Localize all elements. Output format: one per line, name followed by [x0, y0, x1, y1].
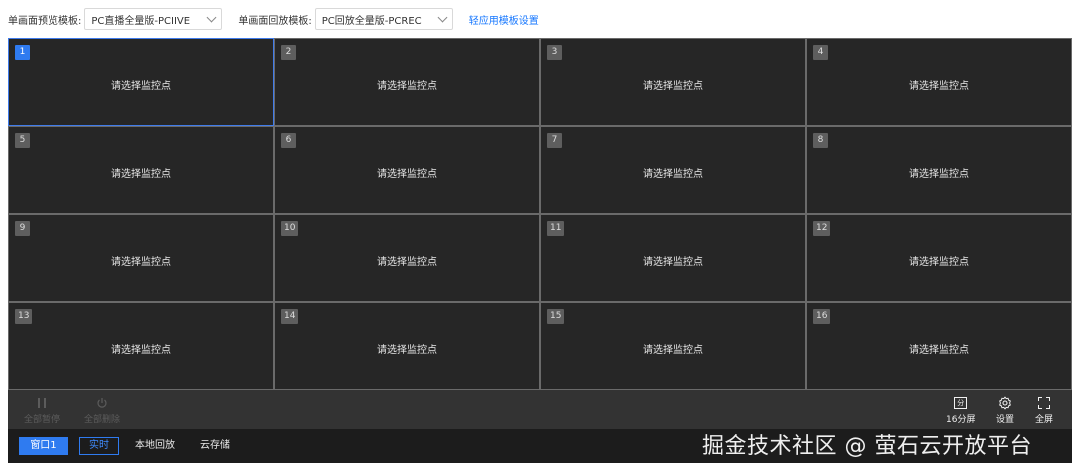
fullscreen-icon — [1038, 397, 1050, 409]
pause-icon — [38, 398, 46, 408]
video-cell[interactable]: 8 请选择监控点 — [806, 126, 1072, 214]
settings-button[interactable]: 设置 — [996, 396, 1014, 425]
select-camera-hint: 请选择监控点 — [111, 257, 171, 268]
chevron-down-icon — [206, 12, 217, 22]
control-bar: 全部暂停 全部删除 分 16分屏 设置 全屏 — [8, 390, 1072, 429]
cell-number-badge: 5 — [15, 133, 30, 148]
select-camera-hint: 请选择监控点 — [377, 169, 437, 180]
playback-template-value: PC回放全量版-PCREC — [321, 15, 422, 27]
playback-template-label: 单画面回放模板: — [238, 15, 312, 27]
video-cell[interactable]: 5 请选择监控点 — [8, 126, 274, 214]
select-camera-hint: 请选择监控点 — [377, 81, 437, 92]
video-grid: 1 请选择监控点 2 请选择监控点 3 请选择监控点 4 请选择监控点 5 请选择监控点 6 请选择监… — [8, 38, 1072, 390]
tab-cloud-storage[interactable]: 云存储 — [194, 437, 236, 455]
cell-number-badge: 7 — [547, 133, 562, 148]
select-camera-hint: 请选择监控点 — [909, 81, 969, 92]
tab-live[interactable]: 实时 — [79, 437, 119, 455]
video-player: 1 请选择监控点 2 请选择监控点 3 请选择监控点 4 请选择监控点 5 请选择监控点 6 请选择监… — [8, 38, 1072, 463]
video-cell[interactable]: 11 请选择监控点 — [540, 214, 806, 302]
cell-number-badge: 1 — [15, 45, 30, 60]
video-cell[interactable]: 16 请选择监控点 — [806, 302, 1072, 390]
cell-number-badge: 6 — [281, 133, 296, 148]
select-camera-hint: 请选择监控点 — [909, 169, 969, 180]
select-camera-hint: 请选择监控点 — [643, 169, 703, 180]
split-screen-icon: 分 — [954, 397, 968, 409]
close-all-label: 全部删除 — [84, 415, 121, 425]
playback-template-select[interactable]: PC回放全量版-PCREC — [314, 8, 453, 30]
video-cell[interactable]: 7 请选择监控点 — [540, 126, 806, 214]
video-cell[interactable]: 9 请选择监控点 — [8, 214, 274, 302]
pause-all-label: 全部暂停 — [24, 415, 61, 425]
cell-number-badge: 13 — [15, 309, 33, 324]
cell-number-badge: 9 — [15, 221, 30, 236]
cell-number-badge: 16 — [813, 309, 831, 324]
fullscreen-button[interactable]: 全屏 — [1035, 396, 1053, 425]
video-cell[interactable]: 12 请选择监控点 — [806, 214, 1072, 302]
select-camera-hint: 请选择监控点 — [909, 257, 969, 268]
power-icon — [96, 396, 108, 410]
cell-number-badge: 4 — [813, 45, 828, 60]
select-camera-hint: 请选择监控点 — [643, 81, 703, 92]
chevron-down-icon — [437, 12, 448, 22]
preview-template-select[interactable]: PC直播全量版-PCIIVE — [84, 8, 223, 30]
video-cell[interactable]: 3 请选择监控点 — [540, 38, 806, 126]
select-camera-hint: 请选择监控点 — [377, 345, 437, 356]
select-camera-hint: 请选择监控点 — [377, 257, 437, 268]
split-screen-button[interactable]: 分 16分屏 — [946, 396, 975, 425]
cell-number-badge: 8 — [813, 133, 828, 148]
video-cell[interactable]: 2 请选择监控点 — [274, 38, 540, 126]
video-cell[interactable]: 10 请选择监控点 — [274, 214, 540, 302]
video-cell[interactable]: 14 请选择监控点 — [274, 302, 540, 390]
cell-number-badge: 2 — [281, 45, 296, 60]
settings-label: 设置 — [996, 415, 1015, 425]
cell-number-badge: 10 — [281, 221, 299, 236]
select-camera-hint: 请选择监控点 — [111, 345, 171, 356]
cell-number-badge: 11 — [547, 221, 565, 236]
preview-template-value: PC直播全量版-PCIIVE — [91, 15, 191, 27]
cell-number-badge: 12 — [813, 221, 831, 236]
template-toolbar: 单画面预览模板: PC直播全量版-PCIIVE 单画面回放模板: PC回放全量版… — [0, 0, 1080, 38]
video-cell[interactable]: 13 请选择监控点 — [8, 302, 274, 390]
cell-number-badge: 3 — [547, 45, 562, 60]
watermark: 掘金技术社区 @ 萤石云开放平台 — [702, 434, 1032, 459]
select-camera-hint: 请选择监控点 — [111, 81, 171, 92]
select-camera-hint: 请选择监控点 — [111, 169, 171, 180]
tab-local-playback[interactable]: 本地回放 — [130, 437, 180, 455]
video-cell[interactable]: 6 请选择监控点 — [274, 126, 540, 214]
video-cell[interactable]: 15 请选择监控点 — [540, 302, 806, 390]
select-camera-hint: 请选择监控点 — [909, 345, 969, 356]
cell-number-badge: 15 — [547, 309, 565, 324]
video-cell[interactable]: 4 请选择监控点 — [806, 38, 1072, 126]
split-screen-label: 16分屏 — [946, 415, 976, 425]
pause-all-button[interactable]: 全部暂停 — [24, 396, 60, 425]
close-all-button[interactable]: 全部删除 — [84, 396, 120, 425]
cell-number-badge: 14 — [281, 309, 299, 324]
fullscreen-label: 全屏 — [1035, 415, 1054, 425]
template-settings-link[interactable]: 轻应用模板设置 — [469, 12, 539, 27]
preview-template-label: 单画面预览模板: — [8, 15, 82, 27]
select-camera-hint: 请选择监控点 — [643, 257, 703, 268]
select-camera-hint: 请选择监控点 — [643, 345, 703, 356]
video-cell[interactable]: 1 请选择监控点 — [8, 38, 274, 126]
tab-window-1[interactable]: 窗口1 — [19, 437, 68, 455]
gear-icon — [998, 396, 1012, 410]
